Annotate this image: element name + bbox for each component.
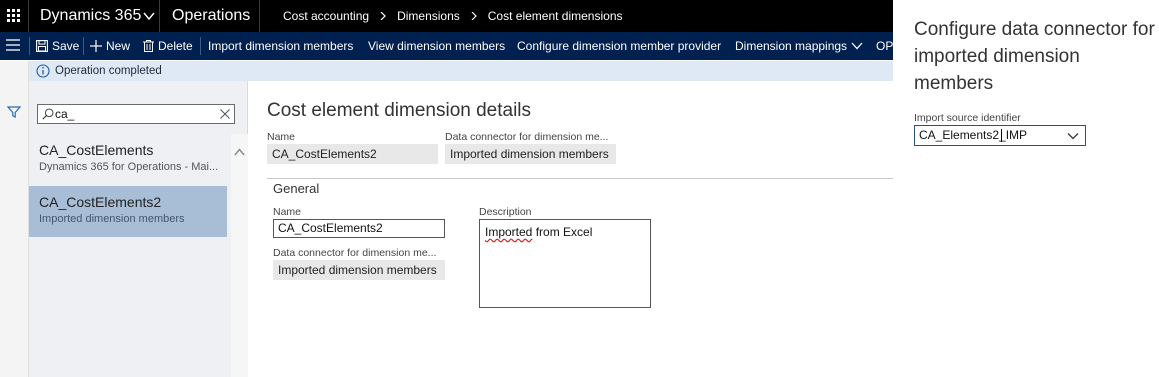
search-input[interactable] bbox=[55, 106, 205, 122]
divider bbox=[267, 178, 893, 179]
filter-strip bbox=[0, 61, 29, 377]
list-item-title: CA_CostElements bbox=[39, 142, 154, 158]
new-label: New bbox=[106, 39, 131, 53]
list-item-subtitle: Dynamics 365 for Operations - Mai... bbox=[39, 161, 219, 173]
chevron-right-icon bbox=[380, 12, 386, 20]
breadcrumb-cost-accounting[interactable]: Cost accounting bbox=[283, 9, 369, 23]
plus-icon bbox=[90, 40, 102, 52]
list-item-selected[interactable]: CA_CostElements2 Imported dimension memb… bbox=[29, 186, 227, 237]
info-icon bbox=[36, 64, 50, 78]
divider bbox=[29, 37, 30, 55]
message-text: Operation completed bbox=[55, 65, 162, 77]
search-icon bbox=[42, 108, 54, 120]
general-data-connector-value: Imported dimension members bbox=[273, 260, 445, 280]
action-pane: Save New Delete Import dimension members… bbox=[0, 32, 901, 60]
general-name-label: Name bbox=[273, 206, 302, 218]
save-icon bbox=[36, 40, 48, 52]
import-source-identifier-value: CA_Elements2_IMP bbox=[919, 128, 1028, 142]
data-connector-value: Imported dimension members bbox=[445, 144, 616, 164]
save-label: Save bbox=[52, 39, 80, 53]
divider bbox=[159, 0, 160, 32]
flyout-title: Configure data connector for imported di… bbox=[914, 19, 1155, 94]
dimension-mappings-label: Dimension mappings bbox=[735, 39, 848, 53]
import-source-identifier-dropdown[interactable]: CA_Elements2_IMP bbox=[914, 125, 1086, 146]
breadcrumb-cost-element-dimensions[interactable]: Cost element dimensions bbox=[488, 9, 623, 23]
configure-dimension-member-provider-button[interactable]: Configure dimension member provider bbox=[517, 32, 721, 60]
list-item[interactable]: CA_CostElements Dynamics 365 for Operati… bbox=[29, 134, 227, 185]
import-source-identifier-label: Import source identifier bbox=[914, 112, 1021, 124]
description-label: Description bbox=[479, 206, 532, 218]
details-pane: Cost element dimension details Name CA_C… bbox=[248, 81, 893, 377]
chevron-right-icon bbox=[471, 12, 477, 20]
chevron-down-icon bbox=[851, 42, 863, 50]
chevron-down-icon[interactable] bbox=[1067, 131, 1079, 141]
description-text: from Excel bbox=[532, 225, 593, 239]
configure-connector-flyout: Configure data connector for imported di… bbox=[893, 0, 1159, 377]
filter-icon[interactable] bbox=[7, 105, 21, 119]
list-scrollbar[interactable] bbox=[231, 134, 248, 377]
text-cursor bbox=[1001, 129, 1002, 142]
name-value: CA_CostElements2 bbox=[267, 144, 438, 164]
list-item-subtitle: Imported dimension members bbox=[39, 213, 185, 225]
module-name[interactable]: Operations bbox=[172, 0, 250, 32]
chevron-up-icon[interactable] bbox=[234, 148, 245, 156]
divider bbox=[200, 37, 201, 55]
save-button[interactable]: Save bbox=[36, 32, 79, 60]
description-field[interactable]: Imported from Excel bbox=[479, 219, 651, 308]
record-list-panel: CA_CostElements Dynamics 365 for Operati… bbox=[29, 81, 248, 377]
dimension-mappings-menu[interactable]: Dimension mappings bbox=[735, 32, 863, 60]
delete-button[interactable]: Delete bbox=[143, 32, 193, 60]
misspelled-word: Imported bbox=[485, 225, 533, 239]
top-nav-bar: Dynamics 365 Operations Cost accounting … bbox=[0, 0, 893, 32]
import-dimension-members-button[interactable]: Import dimension members bbox=[208, 32, 353, 60]
clear-icon[interactable] bbox=[220, 109, 230, 119]
app-name[interactable]: Dynamics 365 bbox=[40, 0, 141, 32]
breadcrumb-dimensions[interactable]: Dimensions bbox=[397, 9, 460, 23]
general-data-connector-label: Data connector for dimension me... bbox=[273, 247, 437, 259]
hamburger-menu-icon[interactable] bbox=[6, 39, 20, 51]
data-connector-label: Data connector for dimension me... bbox=[445, 131, 609, 143]
chevron-down-icon[interactable] bbox=[141, 8, 157, 24]
new-button[interactable]: New bbox=[90, 32, 130, 60]
breadcrumb: Cost accounting Dimensions Cost element … bbox=[283, 0, 623, 32]
delete-label: Delete bbox=[158, 39, 193, 53]
trash-icon bbox=[143, 40, 154, 52]
list-item-title: CA_CostElements2 bbox=[39, 194, 162, 210]
name-label: Name bbox=[267, 131, 296, 143]
view-dimension-members-button[interactable]: View dimension members bbox=[368, 32, 505, 60]
app-launcher-icon[interactable] bbox=[0, 0, 28, 32]
page-title: Cost element dimension details bbox=[267, 100, 532, 121]
divider bbox=[28, 0, 29, 32]
divider bbox=[259, 0, 260, 32]
divider bbox=[83, 37, 84, 55]
quick-filter[interactable] bbox=[37, 104, 235, 124]
general-fasttab-title[interactable]: General bbox=[273, 181, 319, 196]
message-bar: Operation completed bbox=[29, 61, 893, 81]
general-name-field[interactable]: CA_CostElements2 bbox=[273, 219, 445, 238]
